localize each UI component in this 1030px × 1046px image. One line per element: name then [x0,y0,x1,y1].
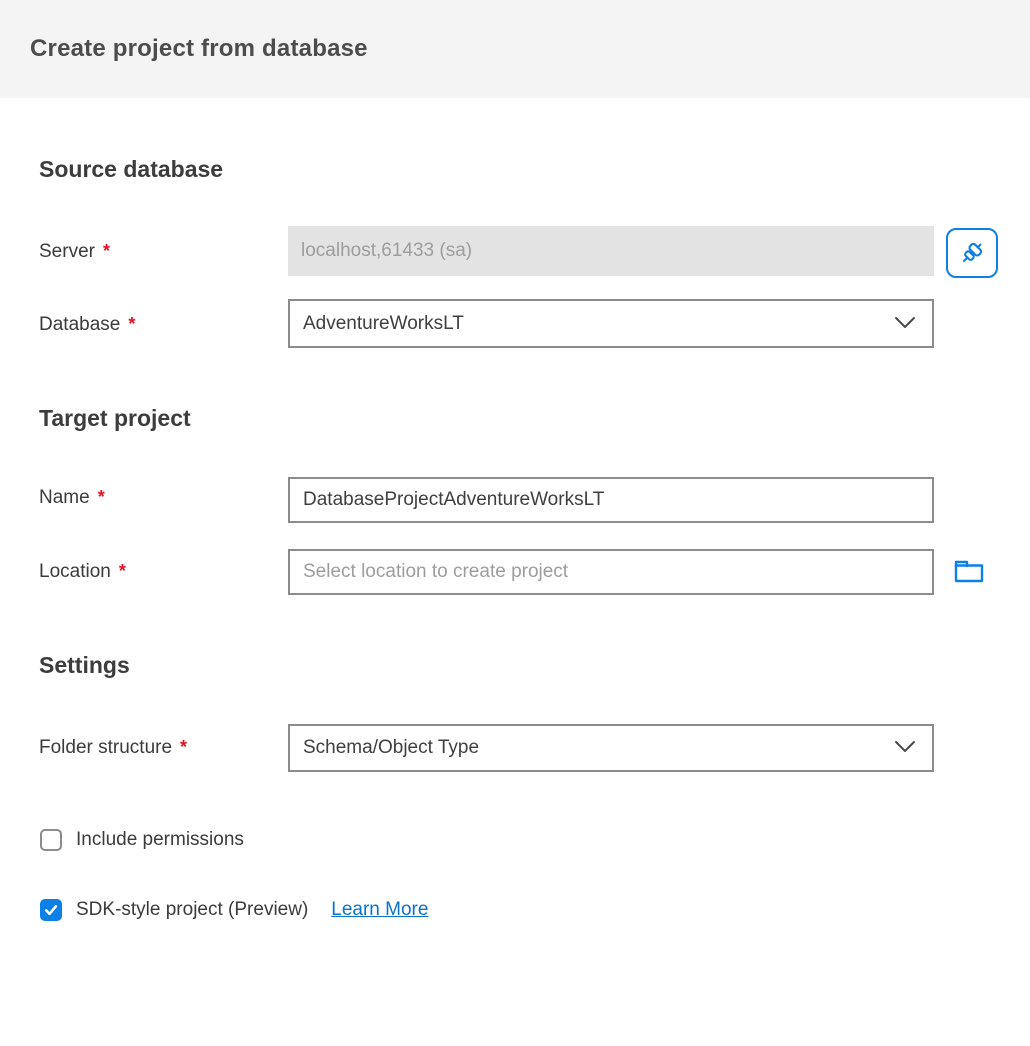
name-label: Name* [39,487,105,509]
section-heading-target-project: Target project [39,405,191,432]
include-permissions-checkbox[interactable] [40,829,62,851]
folder-icon [952,556,986,586]
required-asterisk: * [98,487,105,507]
plug-icon [957,238,987,268]
sdk-style-project-checkbox[interactable] [40,899,62,921]
check-icon [43,902,59,918]
page-title: Create project from database [30,35,368,63]
required-asterisk: * [128,314,135,334]
chevron-down-icon [894,740,916,759]
required-asterisk: * [119,561,126,581]
folder-structure-dropdown[interactable]: Schema/Object Type [288,724,934,772]
browse-folder-button[interactable] [951,555,987,587]
sdk-style-project-row: SDK-style project (Preview) Learn More [40,899,428,921]
folder-structure-dropdown-value: Schema/Object Type [303,737,479,759]
create-project-dialog: Create project from database Source data… [0,0,1030,1046]
learn-more-link[interactable]: Learn More [331,899,428,921]
section-heading-settings: Settings [39,652,130,679]
database-dropdown-value: AdventureWorksLT [303,313,464,335]
folder-structure-label: Folder structure* [39,737,187,759]
server-label: Server* [39,241,110,263]
dialog-header: Create project from database [0,0,1030,98]
include-permissions-label: Include permissions [76,829,244,851]
include-permissions-row: Include permissions [40,829,244,851]
connect-server-button[interactable] [946,228,998,278]
location-input[interactable] [288,549,934,595]
chevron-down-icon [894,316,916,335]
sdk-style-project-label: SDK-style project (Preview) [76,899,308,921]
database-label: Database* [39,314,135,336]
required-asterisk: * [180,737,187,757]
location-label: Location* [39,561,126,583]
project-name-input[interactable] [288,477,934,523]
database-dropdown[interactable]: AdventureWorksLT [288,299,934,348]
section-heading-source-database: Source database [39,156,223,183]
required-asterisk: * [103,241,110,261]
server-input [288,226,934,276]
